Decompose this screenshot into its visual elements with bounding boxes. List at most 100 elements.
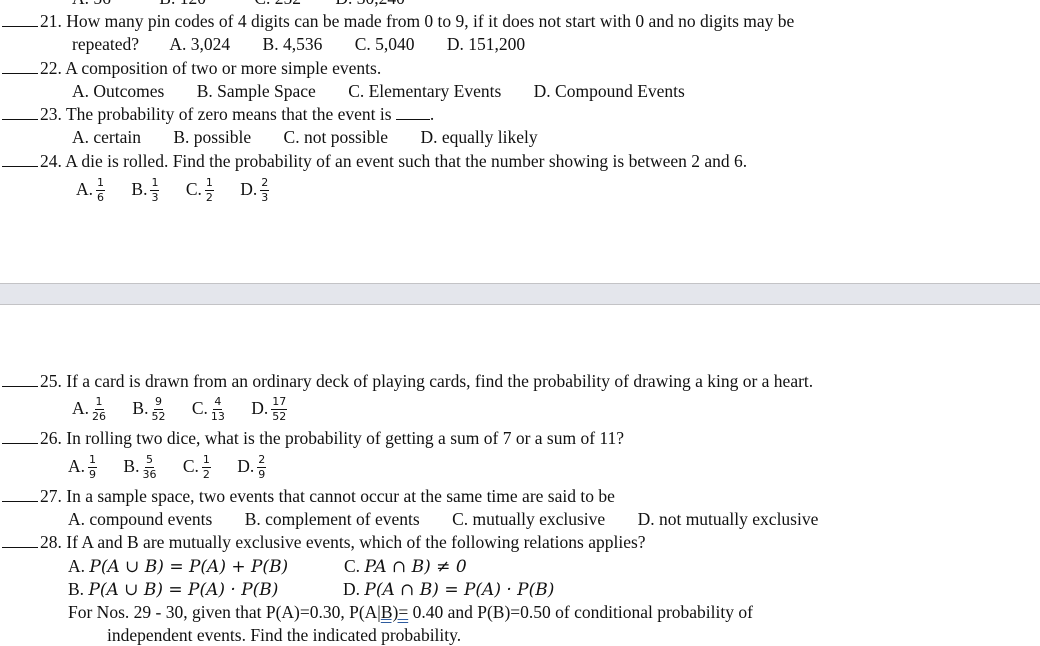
option-label: C. (182, 456, 199, 476)
option-d: D. 2 9 (237, 451, 267, 482)
fraction: 12 (201, 454, 211, 481)
option-c: C. not possible (283, 127, 389, 147)
question-number: 22. (40, 58, 62, 78)
answer-blank[interactable] (2, 533, 38, 548)
question-text: If a card is drawn from an ordinary deck… (66, 371, 814, 391)
denominator: 9 (89, 468, 97, 482)
question-24-options: A. 1 6 B. 1 3 C. 1 2 D. 2 3 (76, 174, 270, 205)
instruction-text: For Nos. 29 - 30, given that P(A)=0.30, … (68, 602, 381, 622)
question-text-end: . (429, 104, 435, 124)
question-21: 21. How many pin codes of 4 digits can b… (2, 10, 794, 32)
option-label: B. (131, 179, 148, 199)
option: C. 252 (254, 0, 301, 9)
option-b: B. 9 52 (132, 393, 165, 423)
question-number: 26. (40, 428, 62, 448)
numerator: 17 (271, 395, 288, 411)
option-label: D. (237, 456, 255, 476)
instruction-text: independent events. Find the indicated p… (107, 625, 462, 645)
page-bottom: 25. If a card is drawn from an ordinary … (0, 305, 1040, 646)
denominator: 52 (272, 410, 287, 424)
option-b: B. Sample Space (196, 81, 316, 101)
numerator: 4 (213, 395, 223, 411)
numerator: 2 (260, 176, 270, 192)
denominator: 26 (92, 410, 107, 424)
grammar-flagged-text[interactable]: B)= (381, 602, 408, 622)
option-label: A. (68, 456, 86, 476)
fraction: 12 (204, 176, 214, 204)
answer-blank[interactable] (2, 372, 38, 387)
option-label: D. (343, 579, 361, 599)
numerator: 2 (257, 453, 267, 469)
fraction: 19 (88, 453, 98, 482)
option-label: A. (76, 179, 94, 199)
numerator: 1 (88, 453, 98, 469)
question-25: 25. If a card is drawn from an ordinary … (2, 370, 813, 392)
option-d: D. 17 52 (251, 393, 288, 424)
page-break-gap (0, 283, 1040, 305)
answer-blank[interactable] (2, 429, 38, 444)
option-d: D. 2 3 (240, 174, 270, 205)
option-label: C. (185, 179, 202, 199)
instructions-line-2: independent events. Find the indicated p… (107, 624, 461, 646)
option-d: D. 151,200 (446, 34, 526, 54)
question-26-options: A. 1 9 B. 5 36 C. 1 2 D. 2 9 (68, 451, 267, 482)
option-b: B. possible (173, 127, 252, 147)
denominator: 9 (258, 468, 266, 482)
question-28-option-d: D. P(A ∩ B) = P(A) · P(B) (343, 578, 554, 601)
question-number: 28. (40, 532, 62, 552)
option: B. 120 (159, 0, 206, 9)
option-d: D. not mutually exclusive (637, 509, 819, 529)
option-b: B. 5 36 (123, 451, 156, 481)
fraction: 4 13 (211, 396, 225, 423)
question-25-options: A. 1 26 B. 9 52 C. 4 13 D. 17 52 (72, 393, 288, 424)
option-label: A. (72, 398, 90, 418)
option-c: C. 1 2 (183, 451, 211, 481)
question-23: 23. The probability of zero means that t… (2, 103, 434, 125)
option: D. 30,240 (335, 0, 405, 9)
option-c: C. mutually exclusive (452, 509, 606, 529)
fill-in-blank (395, 105, 430, 120)
question-text: In rolling two dice, what is the probabi… (66, 428, 625, 448)
question-23-options: A. certain B. possible C. not possible D… (72, 126, 538, 148)
option-label: B. (132, 398, 149, 418)
option-b: B. 4,536 (262, 34, 323, 54)
question-number: 24. (40, 151, 62, 171)
option-b: B. complement of events (244, 509, 420, 529)
question-21-options: repeated? A. 3,024 B. 4,536 C. 5,040 D. … (72, 33, 525, 55)
question-28: 28. If A and B are mutually exclusive ev… (2, 531, 646, 553)
numerator: 9 (153, 395, 163, 411)
numerator: 1 (96, 176, 106, 192)
fraction: 29 (257, 453, 267, 482)
fraction: 13 (150, 177, 160, 205)
denominator: 3 (151, 191, 159, 205)
answer-blank[interactable] (2, 59, 38, 74)
answer-blank[interactable] (2, 105, 38, 120)
option-label: C. (344, 556, 361, 576)
option-d: D. Compound Events (533, 81, 685, 101)
option-a: A. 1 9 (68, 451, 98, 482)
instruction-text: 0.40 and P(B)=0.50 of conditional probab… (408, 602, 753, 622)
answer-blank[interactable] (2, 12, 38, 27)
answer-blank[interactable] (2, 487, 38, 502)
question-text: A die is rolled. Find the probability of… (61, 151, 748, 171)
question-text: A composition of two or more simple even… (65, 58, 382, 78)
option-label: D. (251, 398, 269, 418)
numerator: 1 (204, 176, 214, 192)
question-number: 25. (40, 371, 62, 391)
option-expression: P(A ∩ B) = P(A) · P(B) (364, 580, 555, 600)
page-top: A. 56 B. 120 C. 252 D. 30,240 21. How ma… (0, 0, 1040, 283)
question-28-option-a: A. P(A ∪ B) = P(A) + P(B) (68, 555, 288, 578)
denominator: 3 (261, 191, 269, 205)
option-a: A. 1 6 (76, 174, 106, 204)
denominator: 13 (210, 410, 225, 424)
option-expression: P(A ∪ B) = P(A) + P(B) (89, 557, 289, 577)
fraction: 1 26 (92, 396, 106, 423)
fraction: 16 (96, 176, 106, 204)
question-28-option-c: C. PA ∩ B) ≠ 0 (344, 555, 467, 578)
question-text-cont: repeated? (72, 34, 140, 54)
question-28-option-b: B. P(A ∪ B) = P(A) · P(B) (68, 578, 278, 601)
option-label: D. (240, 179, 258, 199)
question-text: If A and B are mutually exclusive events… (66, 532, 646, 552)
question-27-options: A. compound events B. complement of even… (68, 508, 818, 530)
answer-blank[interactable] (2, 152, 38, 167)
